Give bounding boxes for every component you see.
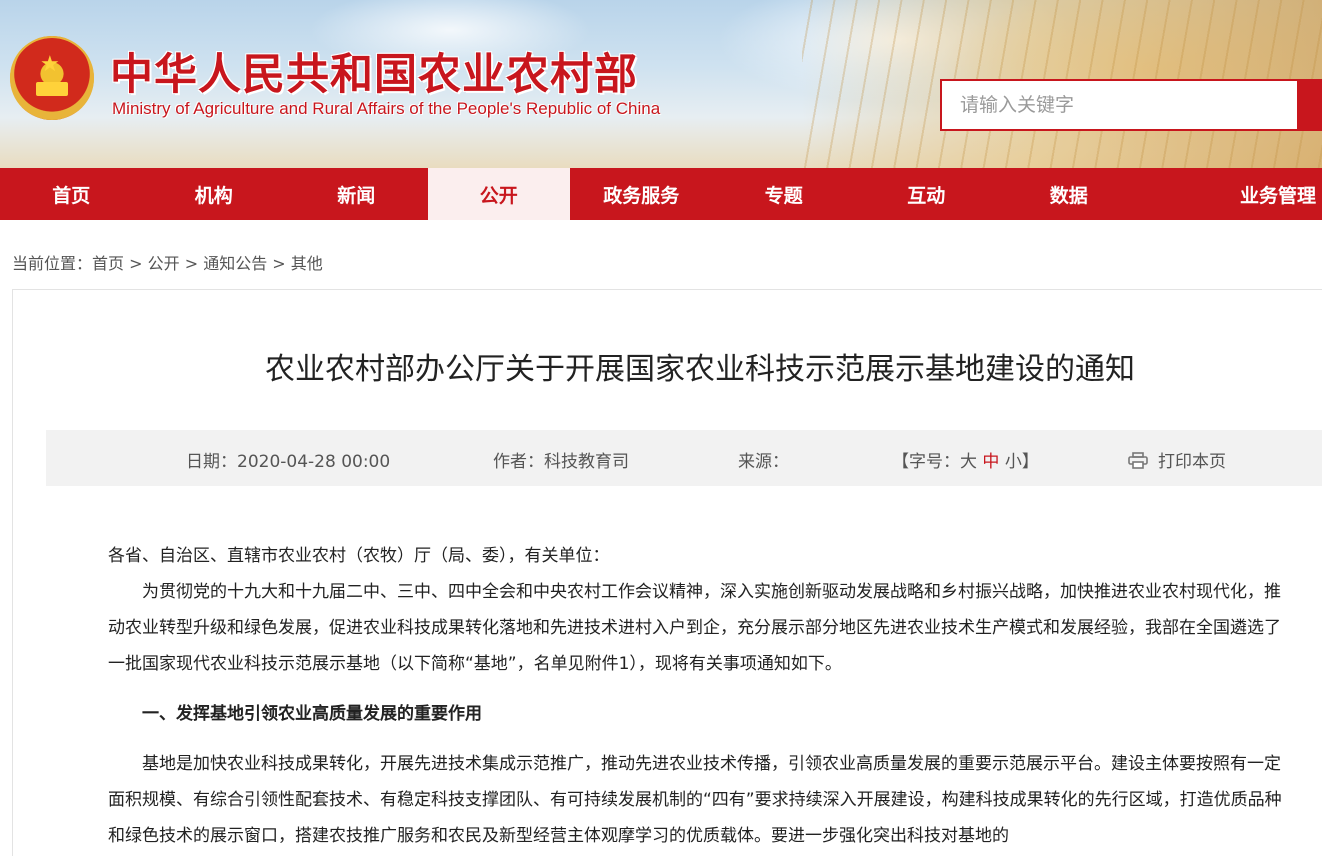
star-icon: ★ <box>40 52 60 77</box>
article-body: 各省、自治区、直辖市农业农村（农牧）厅（局、委），有关单位： 为贯彻党的十九大和… <box>108 538 1293 854</box>
font-size-large-link[interactable]: 大 <box>960 452 977 472</box>
breadcrumb-separator: > <box>179 254 204 273</box>
breadcrumb-item-home[interactable]: 首页 <box>92 254 124 273</box>
article-meta-bar: 日期：2020-04-28 00:00 作者：科技教育司 来源： 【字号：大 中… <box>46 430 1322 486</box>
nav-item-home[interactable]: 首页 <box>0 168 143 220</box>
nav-item-business[interactable]: 业务管理 <box>1140 168 1322 220</box>
header-banner: ★ 中华人民共和国农业农村部 Ministry of Agriculture a… <box>0 0 1322 168</box>
font-size-suffix: 】 <box>1021 452 1039 472</box>
font-size-medium-link[interactable]: 中 <box>982 452 999 472</box>
site-title[interactable]: 中华人民共和国农业农村部 <box>110 40 638 102</box>
search-input[interactable] <box>960 94 1260 116</box>
salutation: 各省、自治区、直辖市农业农村（农牧）厅（局、委），有关单位： <box>108 546 610 566</box>
nav-item-data[interactable]: 数据 <box>998 168 1141 220</box>
print-button[interactable]: 打印本页 <box>1128 447 1226 472</box>
breadcrumb-separator: > <box>267 254 291 273</box>
font-size-control: 【字号：大 中 小】 <box>892 447 1039 472</box>
article-author: 作者：科技教育司 <box>493 452 629 472</box>
nav-item-organization[interactable]: 机构 <box>143 168 286 220</box>
article-source: 来源： <box>738 452 789 472</box>
search-button[interactable] <box>1297 79 1322 131</box>
breadcrumb-item-notices[interactable]: 通知公告 <box>203 254 267 273</box>
main-nav: 首页 机构 新闻 公开 政务服务 专题 互动 数据 业务管理 <box>0 168 1322 220</box>
breadcrumb-item-other[interactable]: 其他 <box>291 254 323 273</box>
nav-item-services[interactable]: 政务服务 <box>570 168 713 220</box>
national-emblem-icon[interactable]: ★ <box>10 36 94 120</box>
print-label: 打印本页 <box>1158 452 1226 472</box>
paragraph: 基地是加快农业科技成果转化，开展先进技术集成示范推广，推动先进农业技术传播，引领… <box>108 754 1282 846</box>
font-size-prefix: 【字号： <box>892 452 960 472</box>
site-subtitle: Ministry of Agriculture and Rural Affair… <box>112 99 661 118</box>
section-heading: 一、发挥基地引领农业高质量发展的重要作用 <box>142 704 482 724</box>
paragraph: 为贯彻党的十九大和十九届二中、三中、四中全会和中央农村工作会议精神，深入实施创新… <box>108 582 1281 674</box>
nav-item-interaction[interactable]: 互动 <box>855 168 998 220</box>
nav-item-open[interactable]: 公开 <box>427 168 570 220</box>
breadcrumb-separator: > <box>124 254 148 273</box>
nav-item-topics[interactable]: 专题 <box>713 168 856 220</box>
nav-item-news[interactable]: 新闻 <box>285 168 428 220</box>
gate-icon <box>36 82 68 96</box>
article-title: 农业农村部办公厅关于开展国家农业科技示范展示基地建设的通知 <box>265 352 1135 387</box>
breadcrumb-item-open[interactable]: 公开 <box>148 254 180 273</box>
font-size-small-link[interactable]: 小 <box>1005 452 1022 472</box>
printer-icon <box>1128 451 1148 469</box>
search-box <box>940 79 1300 131</box>
article-date: 日期：2020-04-28 00:00 <box>186 452 391 472</box>
breadcrumb: 当前位置：首页 > 公开 > 通知公告 > 其他 <box>12 250 323 274</box>
breadcrumb-prefix: 当前位置： <box>12 254 93 273</box>
